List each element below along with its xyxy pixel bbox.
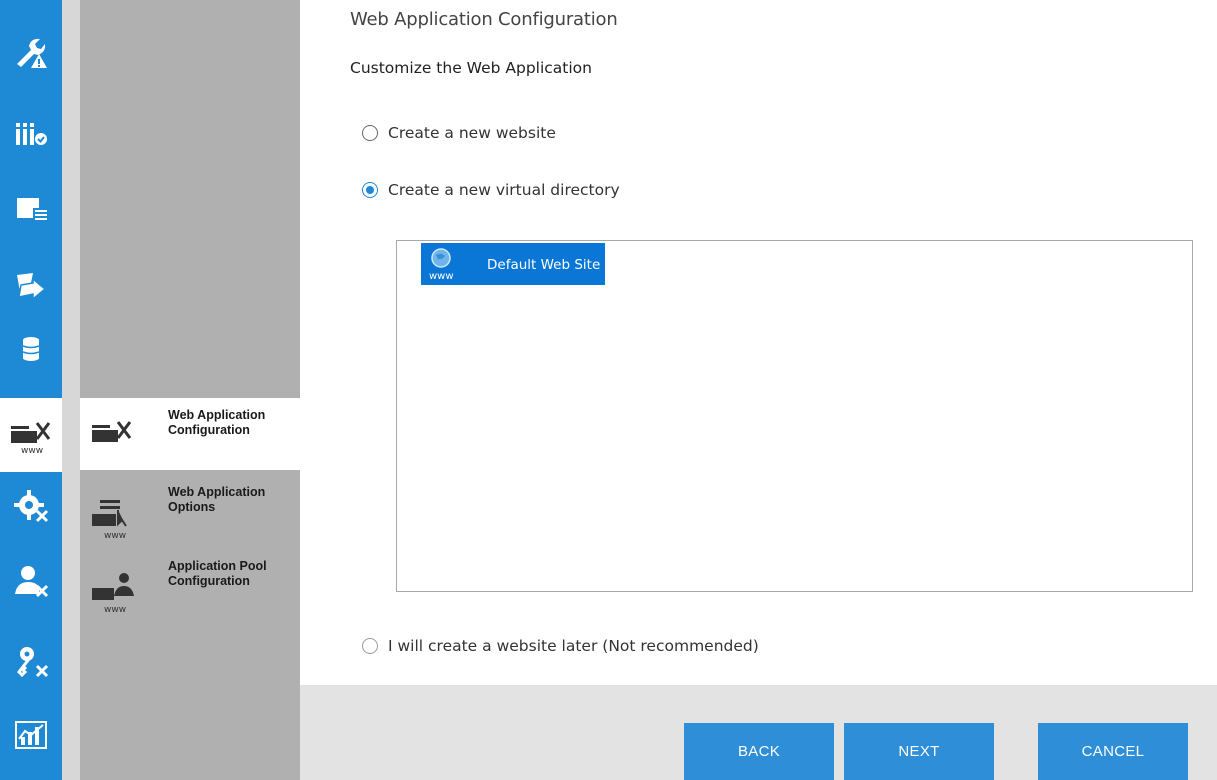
- step-web-application-configuration[interactable]: Web Application Configuration: [80, 398, 300, 470]
- step-label: Web Application Configuration: [168, 408, 266, 437]
- migrate-arrow-icon[interactable]: [0, 255, 62, 315]
- web-options-www-icon: www: [90, 496, 138, 541]
- step-label: Web Application Options: [168, 485, 266, 514]
- radio-create-new-virtual-directory[interactable]: Create a new virtual directory: [362, 181, 620, 199]
- radio-create-new-website[interactable]: Create a new website: [362, 124, 556, 142]
- rail-separator: [62, 0, 80, 780]
- gear-tools-icon[interactable]: [0, 475, 62, 535]
- radio-label: Create a new website: [388, 124, 556, 142]
- chart-icon[interactable]: [0, 706, 62, 764]
- svg-text:www: www: [104, 531, 126, 540]
- svg-text:www: www: [429, 271, 454, 282]
- wrench-warning-icon[interactable]: [0, 22, 62, 82]
- radio-create-later[interactable]: I will create a website later (Not recom…: [362, 637, 759, 655]
- nav-rail: www: [0, 0, 62, 780]
- svg-text:www: www: [21, 446, 43, 455]
- radio-label: I will create a website later (Not recom…: [388, 637, 759, 655]
- next-button[interactable]: NEXT: [844, 723, 994, 780]
- app-pool-www-icon: www: [90, 570, 138, 615]
- section-title: Customize the Web Application: [350, 59, 592, 77]
- iis-check-icon[interactable]: [0, 103, 62, 163]
- svg-text:www: www: [104, 605, 126, 614]
- step-label: Application Pool Configuration: [168, 559, 267, 588]
- back-button[interactable]: BACK: [684, 723, 834, 780]
- wizard-footer: BACK NEXT CANCEL: [300, 685, 1217, 780]
- database-icon[interactable]: [0, 318, 62, 378]
- window-list-icon[interactable]: [0, 178, 62, 238]
- tree-item-label: Default Web Site: [487, 257, 601, 273]
- key-tools-icon[interactable]: [0, 630, 62, 690]
- user-tools-icon[interactable]: [0, 550, 62, 610]
- web-tools-icon: [90, 416, 138, 456]
- cancel-button[interactable]: CANCEL: [1038, 723, 1188, 780]
- globe-www-icon: www: [427, 246, 455, 282]
- step-web-application-options[interactable]: www Web Application Options: [80, 478, 300, 550]
- tree-item-default-web-site[interactable]: www Default Web Site: [421, 243, 605, 285]
- step-application-pool-configuration[interactable]: www Application Pool Configuration: [80, 552, 300, 624]
- main-panel: Web Application Configuration Customize …: [300, 0, 1217, 685]
- radio-button[interactable]: [362, 638, 378, 654]
- radio-button-checked[interactable]: [362, 182, 378, 198]
- radio-button[interactable]: [362, 125, 378, 141]
- page-title: Web Application Configuration: [350, 9, 618, 30]
- website-tree[interactable]: www Default Web Site: [396, 240, 1193, 592]
- step-sidebar: [80, 0, 300, 780]
- web-tools-www-icon[interactable]: www: [0, 398, 62, 472]
- radio-label: Create a new virtual directory: [388, 181, 620, 199]
